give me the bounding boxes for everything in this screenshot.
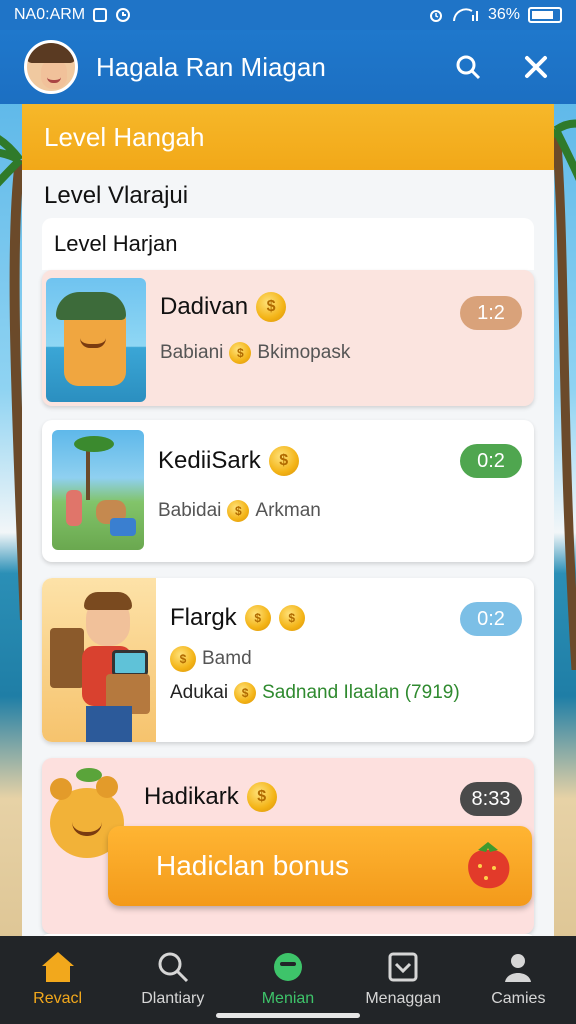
card-subtitle-row-2: Babidai $ Arkman bbox=[158, 500, 534, 522]
card-title: Hadikark bbox=[144, 783, 239, 810]
battery-percent: 36% bbox=[487, 6, 520, 23]
coin-icon: $ bbox=[268, 446, 299, 476]
level-card-3[interactable]: Flargk $ $ $ Bamd Adukai $ Sadnand Ilaal… bbox=[42, 578, 534, 742]
section-title: Level Vlarajui bbox=[44, 182, 189, 209]
card-title: Flargk bbox=[170, 604, 237, 631]
alarm-icon bbox=[429, 10, 442, 22]
avatar[interactable] bbox=[24, 40, 78, 94]
battery-icon bbox=[528, 7, 562, 23]
status-time: NA0:ARM bbox=[14, 6, 86, 23]
main-panel: Level Hangah Level Vlarajui Level Harjan… bbox=[22, 104, 554, 940]
bear-leaf bbox=[76, 768, 102, 782]
card-subtitle-a: Babidai bbox=[158, 500, 222, 521]
nav-label: Menian bbox=[261, 990, 315, 1007]
level-list: Level Harjan Dadivan $ Babiani $ Bkimopa… bbox=[42, 218, 534, 940]
app-bar: Hagala Ran Miagan bbox=[0, 30, 576, 104]
tablet-figure bbox=[112, 650, 148, 676]
nav-label: Camies bbox=[491, 990, 546, 1007]
card-subtitle-a: Bamd bbox=[202, 648, 252, 669]
bonus-button-label: Hadiclan bonus bbox=[156, 850, 350, 881]
close-button[interactable] bbox=[520, 51, 552, 83]
sync-icon bbox=[116, 8, 131, 22]
crate-figure bbox=[110, 518, 136, 536]
nav-label: Menaggan bbox=[365, 990, 441, 1007]
palm-leaves bbox=[74, 436, 114, 452]
nav-item-profile[interactable]: Camies bbox=[463, 950, 573, 1008]
nav-item-chat[interactable]: Menian bbox=[233, 950, 343, 1008]
inbox-icon bbox=[388, 952, 418, 982]
level-badge: 0:2 bbox=[460, 444, 522, 478]
signal-icon bbox=[452, 8, 478, 22]
level-banner: Level Hangah bbox=[22, 104, 554, 170]
nav-label: Revacl bbox=[33, 990, 83, 1007]
home-indicator[interactable] bbox=[216, 1013, 360, 1018]
level-card-1[interactable]: Dadivan $ Babiani $ Bkimopask 1:2 bbox=[42, 270, 534, 406]
level-badge: 0:2 bbox=[460, 602, 522, 636]
card-subtitle-b: Arkman bbox=[255, 500, 321, 521]
nav-item-search[interactable]: Dlantiary bbox=[118, 950, 228, 1008]
coin-icon: $ bbox=[170, 646, 196, 672]
nav-item-home[interactable]: Revacl bbox=[3, 950, 113, 1008]
backpack-figure bbox=[50, 628, 84, 688]
card-title: Dadivan bbox=[160, 293, 249, 320]
close-icon bbox=[525, 56, 547, 78]
card-subtitle-row-1: Babiani $ Bkimopask bbox=[160, 342, 534, 364]
avatar-hair bbox=[27, 43, 75, 63]
home-icon bbox=[41, 952, 74, 982]
level-thumbnail-1 bbox=[46, 278, 146, 402]
search-button[interactable] bbox=[452, 51, 484, 83]
boy-pants bbox=[86, 706, 132, 742]
list-header: Level Harjan bbox=[42, 218, 534, 270]
card-subtitle-b: Bkimopask bbox=[257, 342, 351, 363]
level-badge: 8:33 bbox=[460, 782, 522, 816]
card-subtitle-row-3: $ Bamd bbox=[170, 646, 534, 672]
avatar-face bbox=[41, 59, 67, 89]
kid-figure bbox=[66, 490, 82, 526]
card-title: KediiSark bbox=[158, 447, 261, 474]
coin-icon: $ bbox=[244, 605, 271, 631]
search-icon bbox=[158, 952, 188, 983]
page-title: Hagala Ran Miagan bbox=[96, 51, 326, 82]
nav-label: Dlantiary bbox=[141, 990, 205, 1007]
character-hat bbox=[56, 292, 126, 320]
coin-icon: $ bbox=[246, 782, 277, 812]
coin-icon: $ bbox=[256, 292, 287, 322]
status-bar: NA0:ARM 36% bbox=[0, 0, 576, 30]
notification-icon bbox=[93, 8, 108, 22]
card-line-a: Adukai bbox=[170, 682, 229, 703]
bonus-button[interactable]: Hadiclan bonus bbox=[108, 826, 532, 906]
boy-hair bbox=[84, 592, 132, 610]
bear-ear-right bbox=[96, 776, 118, 798]
chat-icon bbox=[273, 953, 302, 981]
search-icon bbox=[456, 55, 481, 80]
coin-small-icon: $ bbox=[229, 342, 252, 364]
coin-small-icon: $ bbox=[227, 500, 250, 522]
level-thumbnail-3 bbox=[42, 578, 156, 742]
person-icon bbox=[505, 954, 532, 982]
nav-item-inbox[interactable]: Menaggan bbox=[348, 950, 458, 1008]
coin-small-icon: $ bbox=[234, 682, 257, 704]
card-line-b: Sadnand Ilaalan (7919) bbox=[262, 682, 460, 703]
strawberry-icon bbox=[468, 842, 510, 889]
coin-icon: $ bbox=[278, 605, 305, 631]
card-detail-row-3: Adukai $ Sadnand Ilaalan (7919) bbox=[170, 682, 534, 704]
level-badge: 1:2 bbox=[460, 296, 522, 330]
level-thumbnail-2 bbox=[52, 430, 144, 550]
bear-ear-left bbox=[50, 778, 72, 800]
bottom-nav: Revacl Dlantiary Menian Menaggan Camies bbox=[0, 936, 576, 1024]
level-card-2[interactable]: KediiSark $ Babidai $ Arkman 0:2 bbox=[42, 420, 534, 562]
card-subtitle-a: Babiani bbox=[160, 342, 224, 363]
